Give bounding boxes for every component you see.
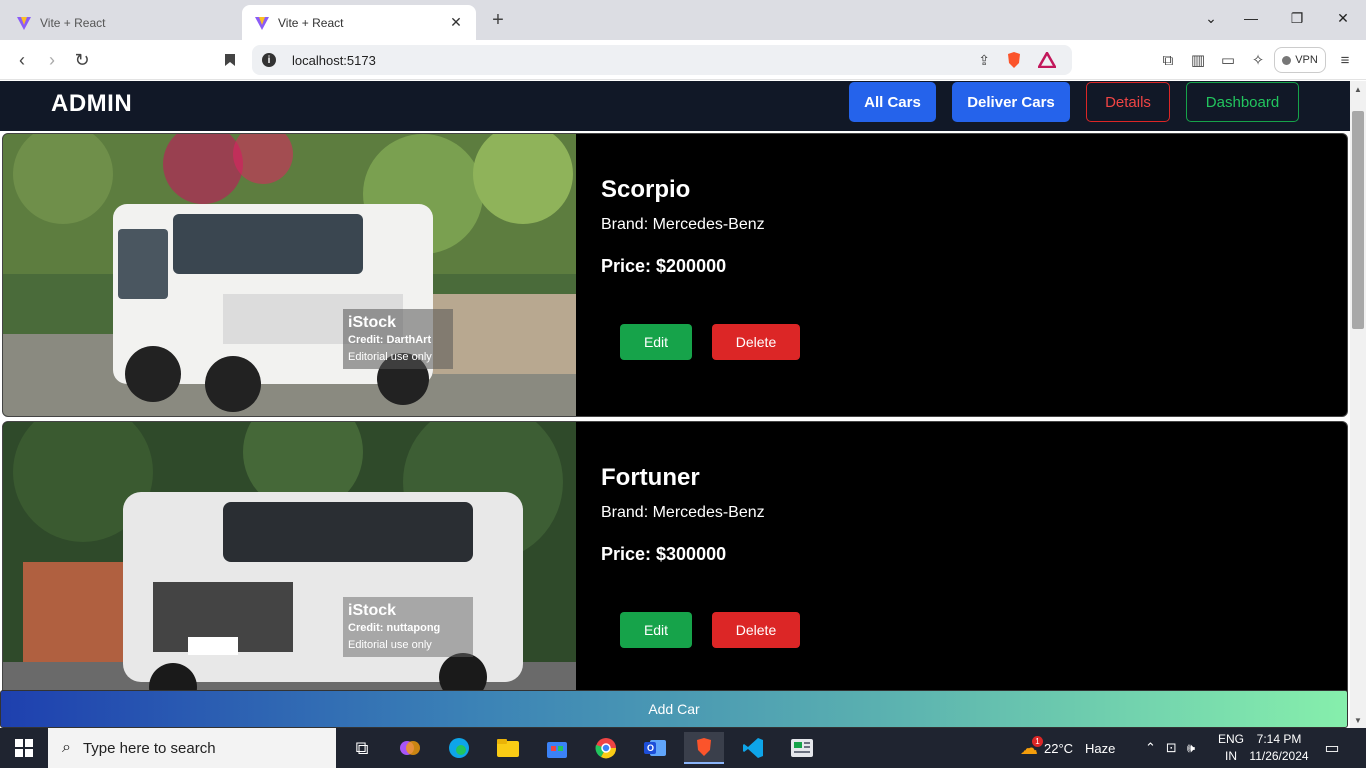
browser-tab-strip: Vite + React Vite + React ✕ + ⌄ — ❐ ✕ (0, 0, 1366, 40)
add-car-button[interactable]: Add Car (0, 690, 1348, 728)
dashboard-button[interactable]: Dashboard (1186, 82, 1299, 122)
microsoft-store-icon[interactable] (537, 732, 577, 764)
brave-rewards-icon[interactable] (1038, 52, 1056, 68)
plus-icon[interactable]: + (488, 9, 508, 32)
vpn-button[interactable]: VPN (1274, 47, 1326, 73)
svg-text:O: O (647, 743, 654, 753)
page-viewport: ADMIN All Cars Deliver Cars Details Dash… (0, 81, 1350, 728)
car-card: iStock Credit: DarthArt Editorial use on… (2, 133, 1348, 417)
file-explorer-icon[interactable] (488, 732, 528, 764)
weather-temp: 22°C (1044, 740, 1074, 756)
notification-center-icon[interactable]: ▭ (1320, 737, 1344, 759)
deliver-cars-button[interactable]: Deliver Cars (952, 82, 1070, 122)
car-image: iStock Credit: DarthArt Editorial use on… (3, 134, 576, 416)
tab-title: Vite + React (278, 15, 344, 30)
image-watermark: iStock Credit: DarthArt Editorial use on… (348, 314, 468, 363)
sidebar-icon[interactable]: ▥ (1188, 50, 1208, 70)
language-indicator[interactable]: ENG IN (1216, 731, 1246, 765)
tab-title: Vite + React (40, 15, 106, 30)
menu-icon[interactable]: ≡ (1335, 50, 1355, 70)
reload-icon[interactable]: ↻ (70, 48, 94, 72)
vpn-label: VPN (1295, 54, 1318, 66)
image-watermark: iStock Credit: nuttapong Editorial use o… (348, 602, 468, 651)
car-price: Price: $300000 (601, 544, 727, 564)
lang-region: IN (1225, 749, 1237, 763)
car-name: Scorpio (601, 176, 691, 203)
taskbar-clock[interactable]: 7:14 PM 11/26/2024 (1248, 731, 1310, 765)
chrome-icon[interactable] (586, 732, 626, 764)
delete-button[interactable]: Delete (712, 324, 800, 360)
back-icon[interactable]: ‹ (10, 48, 34, 72)
wallet-icon[interactable]: ▭ (1218, 50, 1238, 70)
scroll-down-icon[interactable]: ▼ (1350, 712, 1366, 728)
car-name: Fortuner (601, 464, 700, 491)
edit-button[interactable]: Edit (620, 612, 692, 648)
vite-icon (17, 16, 31, 30)
vscode-icon[interactable] (733, 732, 773, 764)
car-brand: Brand: Mercedes-Benz (601, 216, 765, 233)
chevron-down-icon[interactable]: ⌄ (1201, 10, 1221, 27)
close-icon[interactable]: ✕ (1333, 10, 1353, 27)
search-icon: ⌕ (62, 739, 71, 756)
task-view-icon[interactable]: ⧉ (342, 732, 382, 764)
details-button[interactable]: Details (1086, 82, 1170, 122)
network-icon[interactable]: ⊡ (1166, 740, 1177, 756)
car-card: iStock Credit: nuttapong Editorial use o… (2, 421, 1348, 705)
system-tray: ⌃ ⊡ 🕪 (1145, 728, 1195, 768)
address-bar[interactable]: i localhost:5173 ⇪ (252, 45, 1072, 75)
weather-desc: Haze (1085, 740, 1116, 756)
page-scrollbar[interactable]: ▲ ▼ (1350, 81, 1366, 728)
minimize-icon[interactable]: — (1241, 10, 1261, 26)
edge-icon[interactable] (439, 732, 479, 764)
watermark-brand: iStock (348, 314, 397, 331)
car-image: iStock Credit: nuttapong Editorial use o… (3, 422, 576, 704)
edit-button[interactable]: Edit (620, 324, 692, 360)
news-app-icon[interactable] (782, 732, 822, 764)
taskbar-search[interactable]: ⌕ Type here to search (48, 728, 336, 768)
weather-icon: ☁ 1 (1020, 735, 1043, 759)
car-price: Price: $200000 (601, 256, 727, 276)
close-tab-icon[interactable]: ✕ (448, 14, 464, 31)
watermark-credit: Credit: DarthArt (348, 334, 432, 346)
browser-tab-active[interactable]: Vite + React ✕ (242, 5, 476, 40)
weather-widget[interactable]: ☁ 1 22°C Haze (1020, 728, 1115, 768)
browser-tab[interactable]: Vite + React (4, 5, 240, 40)
brave-icon[interactable] (684, 732, 724, 764)
extensions-icon[interactable]: ⧉ (1158, 50, 1178, 70)
scrollbar-thumb[interactable] (1352, 111, 1364, 329)
clock-time: 7:14 PM (1256, 732, 1302, 746)
all-cars-button[interactable]: All Cars (849, 82, 936, 122)
watermark-note: Editorial use only (348, 351, 432, 363)
restore-icon[interactable]: ❐ (1287, 10, 1307, 27)
brave-shields-icon[interactable] (1006, 51, 1022, 69)
watermark-note: Editorial use only (348, 639, 432, 651)
browser-toolbar: ‹ › ↻ i localhost:5173 ⇪ ⧉ ▥ ▭ ✧ ≡ (0, 40, 1366, 80)
notification-badge: 1 (1032, 735, 1043, 747)
search-placeholder: Type here to search (82, 739, 216, 757)
share-icon[interactable]: ⇪ (978, 52, 990, 69)
site-info-icon[interactable]: i (262, 53, 276, 67)
clock-date: 11/26/2024 (1249, 749, 1309, 763)
car-brand: Brand: Mercedes-Benz (601, 504, 765, 521)
delete-button[interactable]: Delete (712, 612, 800, 648)
app-navbar: ADMIN All Cars Deliver Cars Details Dash… (0, 81, 1350, 131)
forward-icon[interactable]: › (40, 48, 64, 72)
bookmark-icon[interactable] (218, 48, 242, 72)
watermark-brand: iStock (348, 602, 397, 619)
lang-code: ENG (1217, 732, 1244, 746)
windows-taskbar: ⌕ Type here to search ⧉ O ☁ 1 22°C Haze ⌃… (0, 728, 1366, 768)
scroll-up-icon[interactable]: ▲ (1350, 81, 1366, 97)
url-text: localhost:5173 (292, 52, 376, 68)
app-brand: ADMIN (51, 90, 133, 117)
watermark-credit: Credit: nuttapong (348, 622, 441, 634)
volume-icon[interactable]: 🕪 (1187, 740, 1195, 756)
vpn-status-icon (1282, 55, 1292, 65)
chevron-up-icon[interactable]: ⌃ (1145, 740, 1156, 756)
copilot-icon[interactable] (390, 732, 430, 764)
outlook-icon[interactable]: O (635, 732, 675, 764)
vite-icon (255, 16, 269, 30)
leo-ai-icon[interactable]: ✧ (1248, 50, 1268, 70)
windows-start-icon[interactable] (0, 728, 48, 768)
